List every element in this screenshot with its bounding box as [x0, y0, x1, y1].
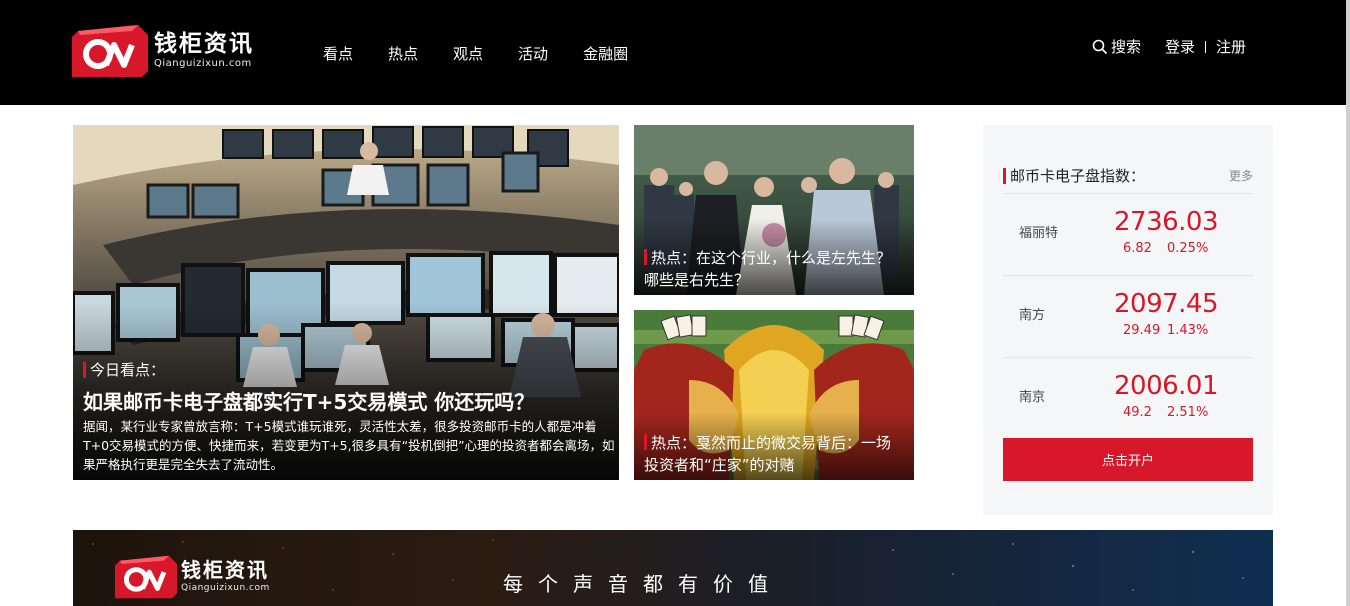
banner-logo-domain: Qianguizixun.com [181, 583, 270, 593]
nav-item-guandian[interactable]: 观点 [453, 43, 483, 64]
nav-item-kandian[interactable]: 看点 [323, 43, 353, 64]
feature-article[interactable]: 今日看点： 如果邮币卡电子盘都实行T+5交易模式 你还玩吗？ 据闻，某行业专家曾… [73, 125, 619, 480]
scrollbar[interactable] [1346, 0, 1350, 606]
index-row[interactable]: 南京 2006.01 49.2 2.51% [1003, 357, 1253, 439]
side-article-1-text: 热点：在这个行业，什么是左先生？哪些是右先生？ [644, 249, 892, 289]
login-link[interactable]: 登录 [1165, 36, 1195, 57]
banner-slogan: 每个声音都有价值 [503, 572, 783, 596]
feature-tag: 今日看点： [83, 359, 165, 380]
logo-name: 钱柜资讯 [154, 31, 254, 57]
side-article-1-title: 热点：在这个行业，什么是左先生？哪些是右先生？ [644, 247, 904, 291]
side-article-2-title: 热点：戛然而止的微交易背后：一场投资者和“庄家”的对赌 [644, 432, 904, 476]
side-article-2[interactable]: 热点：戛然而止的微交易背后：一场投资者和“庄家”的对赌 [634, 310, 914, 480]
site-logo[interactable]: 钱柜资讯 Qianguizixun.com [72, 25, 254, 77]
index-percent: 2.51% [1167, 405, 1209, 420]
nav-item-jinrongquan[interactable]: 金融圈 [583, 43, 628, 64]
index-value: 2097.45 [1114, 289, 1219, 319]
index-row[interactable]: 福丽特 2736.03 6.82 0.25% [1003, 193, 1253, 275]
slogan-banner: 钱柜资讯 Qianguizixun.com 每个声音都有价值 [73, 530, 1273, 606]
search-icon [1092, 39, 1108, 54]
index-percent: 1.43% [1167, 323, 1209, 338]
logo-wordmark: 钱柜资讯 Qianguizixun.com [154, 31, 254, 71]
side-article-1[interactable]: 热点：在这个行业，什么是左先生？哪些是右先生？ [634, 125, 914, 295]
page: 钱柜资讯 Qianguizixun.com 看点 热点 观点 活动 金融圈 搜索… [0, 0, 1350, 606]
banner-logo: 钱柜资讯 Qianguizixun.com [115, 555, 270, 599]
search-button[interactable]: 搜索 [1092, 36, 1141, 57]
feature-description: 据闻，某行业专家曾放言称：T+5模式谁玩谁死，灵活性太差，很多投资邮币卡的人都是… [83, 419, 615, 472]
logo-icon [115, 555, 177, 599]
index-panel-title-text: 邮币卡电子盘指数： [1010, 167, 1146, 185]
index-value: 2736.03 [1114, 207, 1219, 237]
search-label: 搜索 [1111, 38, 1142, 56]
logo-icon [72, 25, 148, 77]
banner-wordmark: 钱柜资讯 Qianguizixun.com [181, 559, 270, 595]
title-marker [1003, 167, 1006, 184]
side-article-2-text: 热点：戛然而止的微交易背后：一场投资者和“庄家”的对赌 [644, 434, 892, 474]
open-account-button[interactable]: 点击开户 [1003, 438, 1253, 481]
index-panel: 邮币卡电子盘指数： 更多 福丽特 2736.03 6.82 0.25% 南方 2… [983, 125, 1273, 515]
main-nav: 看点 热点 观点 活动 金融圈 [323, 43, 628, 64]
site-header: 钱柜资讯 Qianguizixun.com 看点 热点 观点 活动 金融圈 搜索… [0, 0, 1350, 105]
more-link[interactable]: 更多 [1229, 167, 1253, 184]
index-change: 29.49 [1123, 323, 1161, 338]
nav-item-huodong[interactable]: 活动 [518, 43, 548, 64]
register-link[interactable]: 注册 [1216, 36, 1246, 57]
feature-title[interactable]: 如果邮币卡电子盘都实行T+5交易模式 你还玩吗？ [83, 386, 534, 415]
tag-marker [644, 249, 647, 265]
tag-marker [83, 361, 86, 378]
index-percent: 0.25% [1167, 241, 1209, 256]
index-name: 南方 [1019, 308, 1046, 323]
index-panel-title: 邮币卡电子盘指数： [1003, 165, 1145, 186]
divider [1205, 40, 1207, 53]
index-name: 福丽特 [1019, 226, 1059, 241]
nav-item-redian[interactable]: 热点 [388, 43, 418, 64]
user-actions: 搜索 登录 注册 [1092, 36, 1246, 57]
index-change: 6.82 [1123, 241, 1152, 256]
tag-marker [644, 434, 647, 450]
index-panel-header: 邮币卡电子盘指数： 更多 [1003, 165, 1253, 186]
index-row[interactable]: 南方 2097.45 29.49 1.43% [1003, 275, 1253, 357]
index-value: 2006.01 [1114, 371, 1219, 401]
logo-domain: Qianguizixun.com [154, 58, 252, 69]
index-change: 49.2 [1123, 405, 1152, 420]
index-name: 南京 [1019, 390, 1046, 405]
feature-tag-label: 今日看点： [90, 361, 166, 379]
banner-logo-name: 钱柜资讯 [181, 558, 269, 582]
